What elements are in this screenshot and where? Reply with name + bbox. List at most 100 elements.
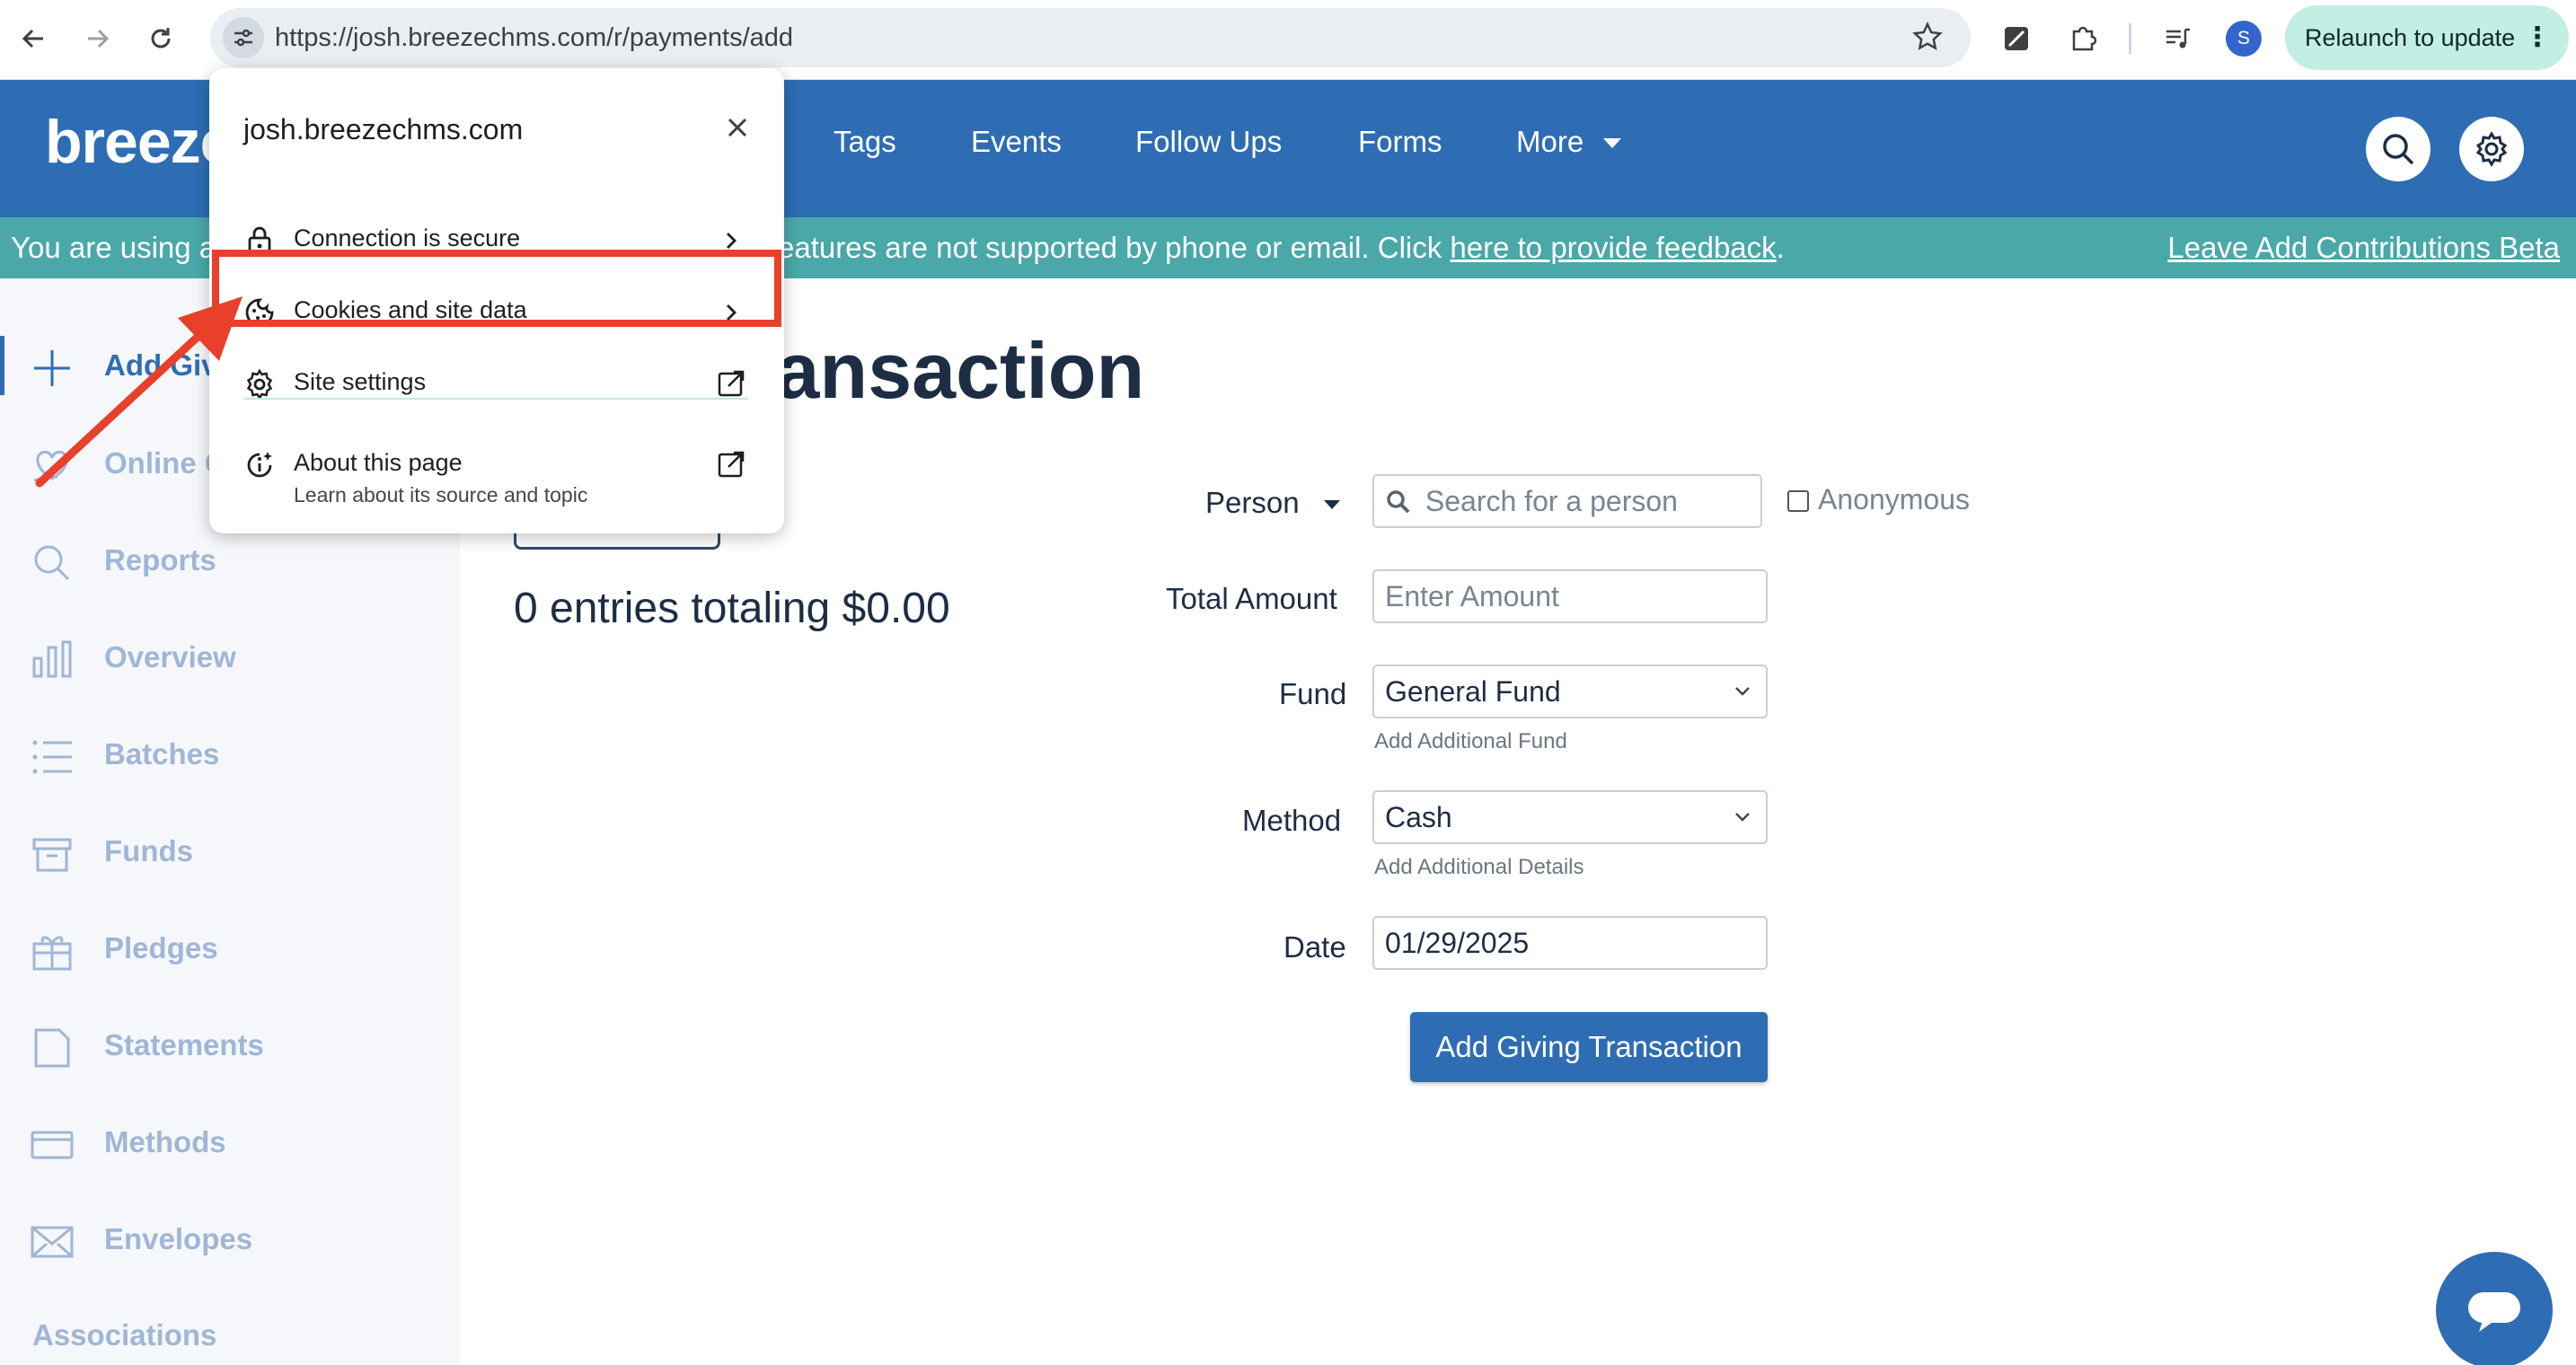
sidebar-item-envelopes[interactable]: Envelopes bbox=[0, 1202, 460, 1274]
person-search-input[interactable]: Search for a person bbox=[1372, 474, 1762, 528]
chat-button[interactable] bbox=[2436, 1252, 2553, 1365]
sidebar-item-pledges[interactable]: Pledges bbox=[0, 911, 460, 983]
extensions-menu-button[interactable] bbox=[2062, 18, 2104, 59]
breeze-logo[interactable]: breeze bbox=[45, 107, 234, 177]
anonymous-checkbox[interactable]: Anonymous bbox=[1787, 483, 1970, 516]
date-label: Date bbox=[1284, 930, 1346, 964]
chevron-down-icon bbox=[1735, 813, 1750, 822]
amount-placeholder: Enter Amount bbox=[1385, 580, 1559, 612]
leave-beta-link[interactable]: Leave Add Contributions Beta bbox=[2167, 217, 2560, 278]
open-in-new-icon bbox=[718, 370, 745, 397]
caret-down-icon bbox=[1603, 138, 1622, 148]
relaunch-label: Relaunch to update bbox=[2305, 24, 2516, 51]
info-sparkle-icon bbox=[247, 452, 272, 478]
sidebar-item-funds[interactable]: Funds bbox=[0, 815, 460, 886]
gear-icon bbox=[2475, 131, 2508, 167]
star-icon bbox=[1912, 22, 1943, 50]
bookmark-star-button[interactable] bbox=[1911, 21, 1944, 57]
add-fund-link[interactable]: Add Additional Fund bbox=[1374, 729, 1567, 754]
amount-input[interactable]: Enter Amount bbox=[1372, 569, 1768, 623]
about-this-page-sub: Learn about its source and topic bbox=[294, 483, 588, 506]
method-value: Cash bbox=[1385, 801, 1452, 833]
popup-domain: josh.breezechms.com bbox=[243, 113, 524, 145]
sidebar-item-label: Pledges bbox=[104, 931, 218, 964]
site-settings-label: Site settings bbox=[294, 368, 427, 395]
forward-arrow-icon bbox=[88, 29, 110, 48]
heart-hand-icon bbox=[33, 450, 68, 482]
banner-period: . bbox=[1776, 231, 1785, 264]
address-bar[interactable]: https://josh.breezechms.com/r/payments/a… bbox=[210, 8, 1971, 67]
gear-icon bbox=[246, 368, 273, 401]
nav-more[interactable]: More bbox=[1516, 125, 1624, 159]
add-details-link[interactable]: Add Additional Details bbox=[1374, 855, 1584, 880]
nav-forms[interactable]: Forms bbox=[1358, 125, 1442, 159]
date-input[interactable]: 01/29/2025 bbox=[1372, 916, 1768, 970]
extension-button[interactable] bbox=[1996, 18, 2037, 59]
archive-icon bbox=[32, 838, 72, 872]
search-icon bbox=[2383, 134, 2414, 165]
sidebar-item-label: Add Givi bbox=[104, 348, 226, 382]
sidebar-item-label: Envelopes bbox=[104, 1222, 253, 1255]
person-label: Person bbox=[1205, 486, 1300, 519]
sidebar-item-statements[interactable]: Statements bbox=[0, 1008, 460, 1080]
checkbox-box[interactable] bbox=[1787, 490, 1809, 512]
caret-down-icon bbox=[1323, 500, 1340, 509]
add-giving-transaction-button[interactable]: Add Giving Transaction bbox=[1410, 1012, 1768, 1082]
about-this-page-row[interactable]: About this page Learn about its source a… bbox=[209, 427, 784, 526]
list-icon bbox=[32, 740, 72, 774]
header-settings-button[interactable] bbox=[2459, 117, 2524, 181]
about-this-page-label: About this page bbox=[294, 449, 463, 476]
media-controls-button[interactable] bbox=[2157, 18, 2199, 59]
sidebar-section-associations[interactable]: Associations bbox=[32, 1318, 216, 1352]
fund-select[interactable]: General Fund bbox=[1372, 665, 1768, 718]
forward-button[interactable] bbox=[75, 16, 120, 61]
url-text[interactable]: https://josh.breezechms.com/r/payments/a… bbox=[275, 8, 793, 67]
nav-tags[interactable]: Tags bbox=[834, 125, 896, 159]
nav-follow-ups[interactable]: Follow Ups bbox=[1135, 125, 1282, 159]
site-info-button[interactable] bbox=[223, 17, 264, 58]
person-type-dropdown[interactable]: Person bbox=[1205, 486, 1344, 520]
plus-icon bbox=[34, 350, 70, 386]
sidebar-item-methods[interactable]: Methods bbox=[0, 1105, 460, 1177]
open-in-new-icon bbox=[718, 451, 745, 478]
extension-slash-icon bbox=[2005, 27, 2028, 50]
sidebar-item-overview[interactable]: Overview bbox=[0, 621, 460, 692]
site-settings-row[interactable]: Site settings bbox=[209, 347, 784, 418]
header-search-button[interactable] bbox=[2366, 117, 2430, 181]
fund-value: General Fund bbox=[1385, 675, 1561, 708]
tune-icon bbox=[234, 29, 252, 47]
method-label: Method bbox=[1242, 804, 1342, 837]
relaunch-button[interactable]: Relaunch to update ⋮ bbox=[2285, 5, 2569, 70]
sidebar-item-batches[interactable]: Batches bbox=[0, 718, 460, 789]
reload-icon bbox=[151, 28, 171, 48]
nav-events[interactable]: Events bbox=[971, 125, 1062, 159]
more-vert-icon[interactable]: ⋮ bbox=[2524, 5, 2551, 70]
profile-avatar[interactable]: S bbox=[2226, 21, 2262, 57]
envelope-icon bbox=[31, 1226, 74, 1258]
sidebar-item-label: Overview bbox=[104, 640, 236, 674]
reload-button[interactable] bbox=[138, 16, 183, 61]
entries-summary: 0 entries totaling $0.00 bbox=[514, 585, 950, 632]
card-icon bbox=[31, 1131, 74, 1159]
method-select[interactable]: Cash bbox=[1372, 790, 1768, 844]
toolbar-divider bbox=[2129, 23, 2131, 54]
puzzle-icon bbox=[2072, 26, 2097, 51]
sidebar-item-label: Methods bbox=[104, 1125, 226, 1158]
document-icon bbox=[34, 1028, 70, 1068]
search-icon bbox=[34, 545, 70, 581]
search-icon bbox=[1387, 490, 1410, 514]
nav-more-label: More bbox=[1516, 125, 1584, 158]
close-icon[interactable] bbox=[719, 110, 755, 145]
sidebar-item-label: Batches bbox=[104, 737, 220, 771]
banner-middle-text: eatures are not supported by phone or em… bbox=[778, 217, 1785, 278]
sidebar-item-label: Statements bbox=[104, 1028, 264, 1061]
fund-label: Fund bbox=[1279, 677, 1347, 710]
chat-icon bbox=[2468, 1292, 2520, 1332]
banner-message: eatures are not supported by phone or em… bbox=[778, 231, 1451, 264]
anonymous-label: Anonymous bbox=[1818, 483, 1970, 515]
back-button[interactable] bbox=[11, 16, 56, 61]
bar-chart-icon bbox=[32, 640, 72, 678]
chevron-down-icon bbox=[1735, 687, 1750, 696]
feedback-link[interactable]: here to provide feedback bbox=[1450, 231, 1776, 264]
sidebar-item-reports[interactable]: Reports bbox=[0, 524, 460, 595]
